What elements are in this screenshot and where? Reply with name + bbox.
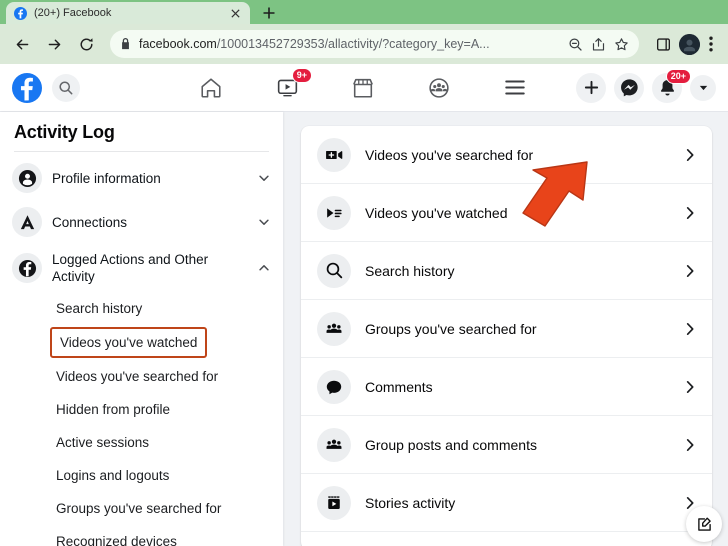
create-button[interactable] bbox=[576, 72, 606, 103]
list-item[interactable]: Videos you've searched for bbox=[301, 126, 712, 184]
chevron-right-icon[interactable] bbox=[682, 379, 698, 395]
browser-tab[interactable]: (20+) Facebook bbox=[6, 2, 250, 24]
toolbar-right-controls bbox=[649, 30, 720, 58]
profile-avatar[interactable] bbox=[679, 33, 700, 55]
connections-icon bbox=[12, 207, 42, 237]
groups-icon bbox=[317, 311, 351, 346]
list-item-label: Videos you've watched bbox=[365, 204, 508, 221]
reload-icon[interactable] bbox=[72, 30, 100, 58]
nav-tab-marketplace[interactable] bbox=[347, 72, 379, 104]
list-item[interactable]: Videos you've watched bbox=[301, 184, 712, 242]
groups-icon bbox=[317, 427, 351, 462]
close-icon[interactable] bbox=[229, 7, 242, 20]
chevron-right-icon[interactable] bbox=[682, 147, 698, 163]
list-item-label: Videos you've searched for bbox=[365, 146, 534, 163]
list-item[interactable]: Search history bbox=[301, 242, 712, 300]
nav-right-buttons: 20+ bbox=[576, 68, 716, 103]
search-icon bbox=[317, 253, 351, 288]
chevron-down-icon[interactable] bbox=[690, 74, 716, 101]
person-circle-icon bbox=[12, 163, 42, 193]
sidebar-subitem-logins-logouts[interactable]: Logins and logouts bbox=[0, 459, 283, 492]
list-item-label: Groups you've searched for bbox=[365, 320, 537, 337]
nav-tab-groups[interactable] bbox=[423, 72, 455, 104]
main-content: Videos you've searched for Videos you've… bbox=[283, 112, 728, 546]
sidebar-item-label: Logged Actions and Other Activity bbox=[52, 252, 209, 284]
back-icon[interactable] bbox=[8, 30, 36, 58]
zoom-out-icon[interactable] bbox=[568, 37, 583, 52]
sidebar-subitem-groups-searched[interactable]: Groups you've searched for bbox=[0, 492, 283, 525]
activity-category-list: Videos you've searched for Videos you've… bbox=[301, 126, 712, 546]
lock-icon bbox=[120, 38, 131, 50]
url-text: facebook.com/100013452729353/allactivity… bbox=[139, 37, 490, 51]
video-badge: 9+ bbox=[291, 67, 312, 83]
sidebar-item-label: Connections bbox=[52, 214, 128, 230]
chevron-right-icon[interactable] bbox=[682, 437, 698, 453]
three-dot-menu-icon[interactable] bbox=[702, 30, 720, 58]
sidebar-divider bbox=[14, 151, 269, 152]
notification-badge: 20+ bbox=[665, 68, 691, 84]
page-body: Activity Log Profile information Connect… bbox=[0, 112, 728, 546]
sidebar-subitem-videos-watched-wrap: Videos you've watched bbox=[0, 325, 283, 360]
chevron-down-icon[interactable] bbox=[257, 215, 271, 229]
star-icon[interactable] bbox=[614, 37, 629, 52]
video-plus-icon bbox=[317, 137, 351, 172]
sidebar-item-connections[interactable]: Connections bbox=[0, 200, 283, 244]
sidebar-subitem-active-sessions[interactable]: Active sessions bbox=[0, 426, 283, 459]
facebook-icon bbox=[14, 6, 27, 20]
sidebar-item-profile-information[interactable]: Profile information bbox=[0, 156, 283, 200]
stories-icon bbox=[317, 485, 351, 520]
nav-center-tabs: 9+ bbox=[195, 67, 531, 104]
chevron-up-icon[interactable] bbox=[257, 261, 271, 275]
sidebar-subitem-search-history[interactable]: Search history bbox=[0, 292, 283, 325]
nav-tab-menu[interactable] bbox=[499, 72, 531, 104]
page-title: Activity Log bbox=[14, 122, 115, 142]
video-playlist-icon bbox=[317, 195, 351, 230]
chevron-right-icon[interactable] bbox=[682, 321, 698, 337]
new-tab-button[interactable] bbox=[256, 2, 282, 24]
list-item[interactable]: Groups you've searched for bbox=[301, 300, 712, 358]
sidebar-subitem-videos-watched[interactable]: Videos you've watched bbox=[50, 327, 208, 358]
list-item[interactable]: Comments bbox=[301, 358, 712, 416]
chevron-right-icon[interactable] bbox=[682, 205, 698, 221]
activity-log-sidebar: Activity Log Profile information Connect… bbox=[0, 112, 283, 546]
tab-title: (20+) Facebook bbox=[34, 7, 112, 19]
facebook-logo[interactable] bbox=[12, 72, 42, 103]
list-item-label: Stories activity bbox=[365, 494, 456, 511]
address-bar[interactable]: facebook.com/100013452729353/allactivity… bbox=[110, 30, 639, 58]
compose-icon[interactable] bbox=[686, 506, 722, 542]
side-panel-icon[interactable] bbox=[649, 30, 677, 58]
sidebar-subitem-recognized-devices[interactable]: Recognized devices bbox=[0, 525, 283, 546]
sidebar-item-label: Profile information bbox=[52, 170, 161, 186]
browser-window: (20+) Facebook facebook.com/100013452729… bbox=[0, 0, 728, 546]
nav-tab-home[interactable] bbox=[195, 72, 227, 104]
sidebar-item-logged-actions[interactable]: Logged Actions and Other Activity bbox=[0, 244, 283, 292]
list-item[interactable]: Group posts and comments bbox=[301, 416, 712, 474]
bell-icon[interactable]: 20+ bbox=[652, 68, 691, 103]
browser-toolbar: facebook.com/100013452729353/allactivity… bbox=[0, 24, 728, 64]
list-item-label: Search history bbox=[365, 262, 455, 279]
nav-tab-video[interactable]: 9+ bbox=[271, 67, 312, 104]
tab-strip: (20+) Facebook bbox=[0, 0, 728, 24]
facebook-f-icon bbox=[12, 253, 42, 283]
sidebar-subitem-hidden-from-profile[interactable]: Hidden from profile bbox=[0, 393, 283, 426]
list-item-label: Group posts and comments bbox=[365, 436, 537, 453]
sidebar-subitem-videos-searched[interactable]: Videos you've searched for bbox=[0, 360, 283, 393]
list-item[interactable]: Stories activity bbox=[301, 474, 712, 532]
share-icon[interactable] bbox=[591, 37, 606, 52]
chevron-down-icon[interactable] bbox=[257, 171, 271, 185]
messenger-icon[interactable] bbox=[614, 72, 644, 103]
forward-icon[interactable] bbox=[40, 30, 68, 58]
facebook-top-nav: 9+ 20+ bbox=[0, 64, 728, 112]
comment-icon bbox=[317, 369, 351, 404]
chevron-right-icon[interactable] bbox=[682, 263, 698, 279]
search-icon[interactable] bbox=[52, 73, 80, 102]
list-item-label: Comments bbox=[365, 378, 433, 395]
